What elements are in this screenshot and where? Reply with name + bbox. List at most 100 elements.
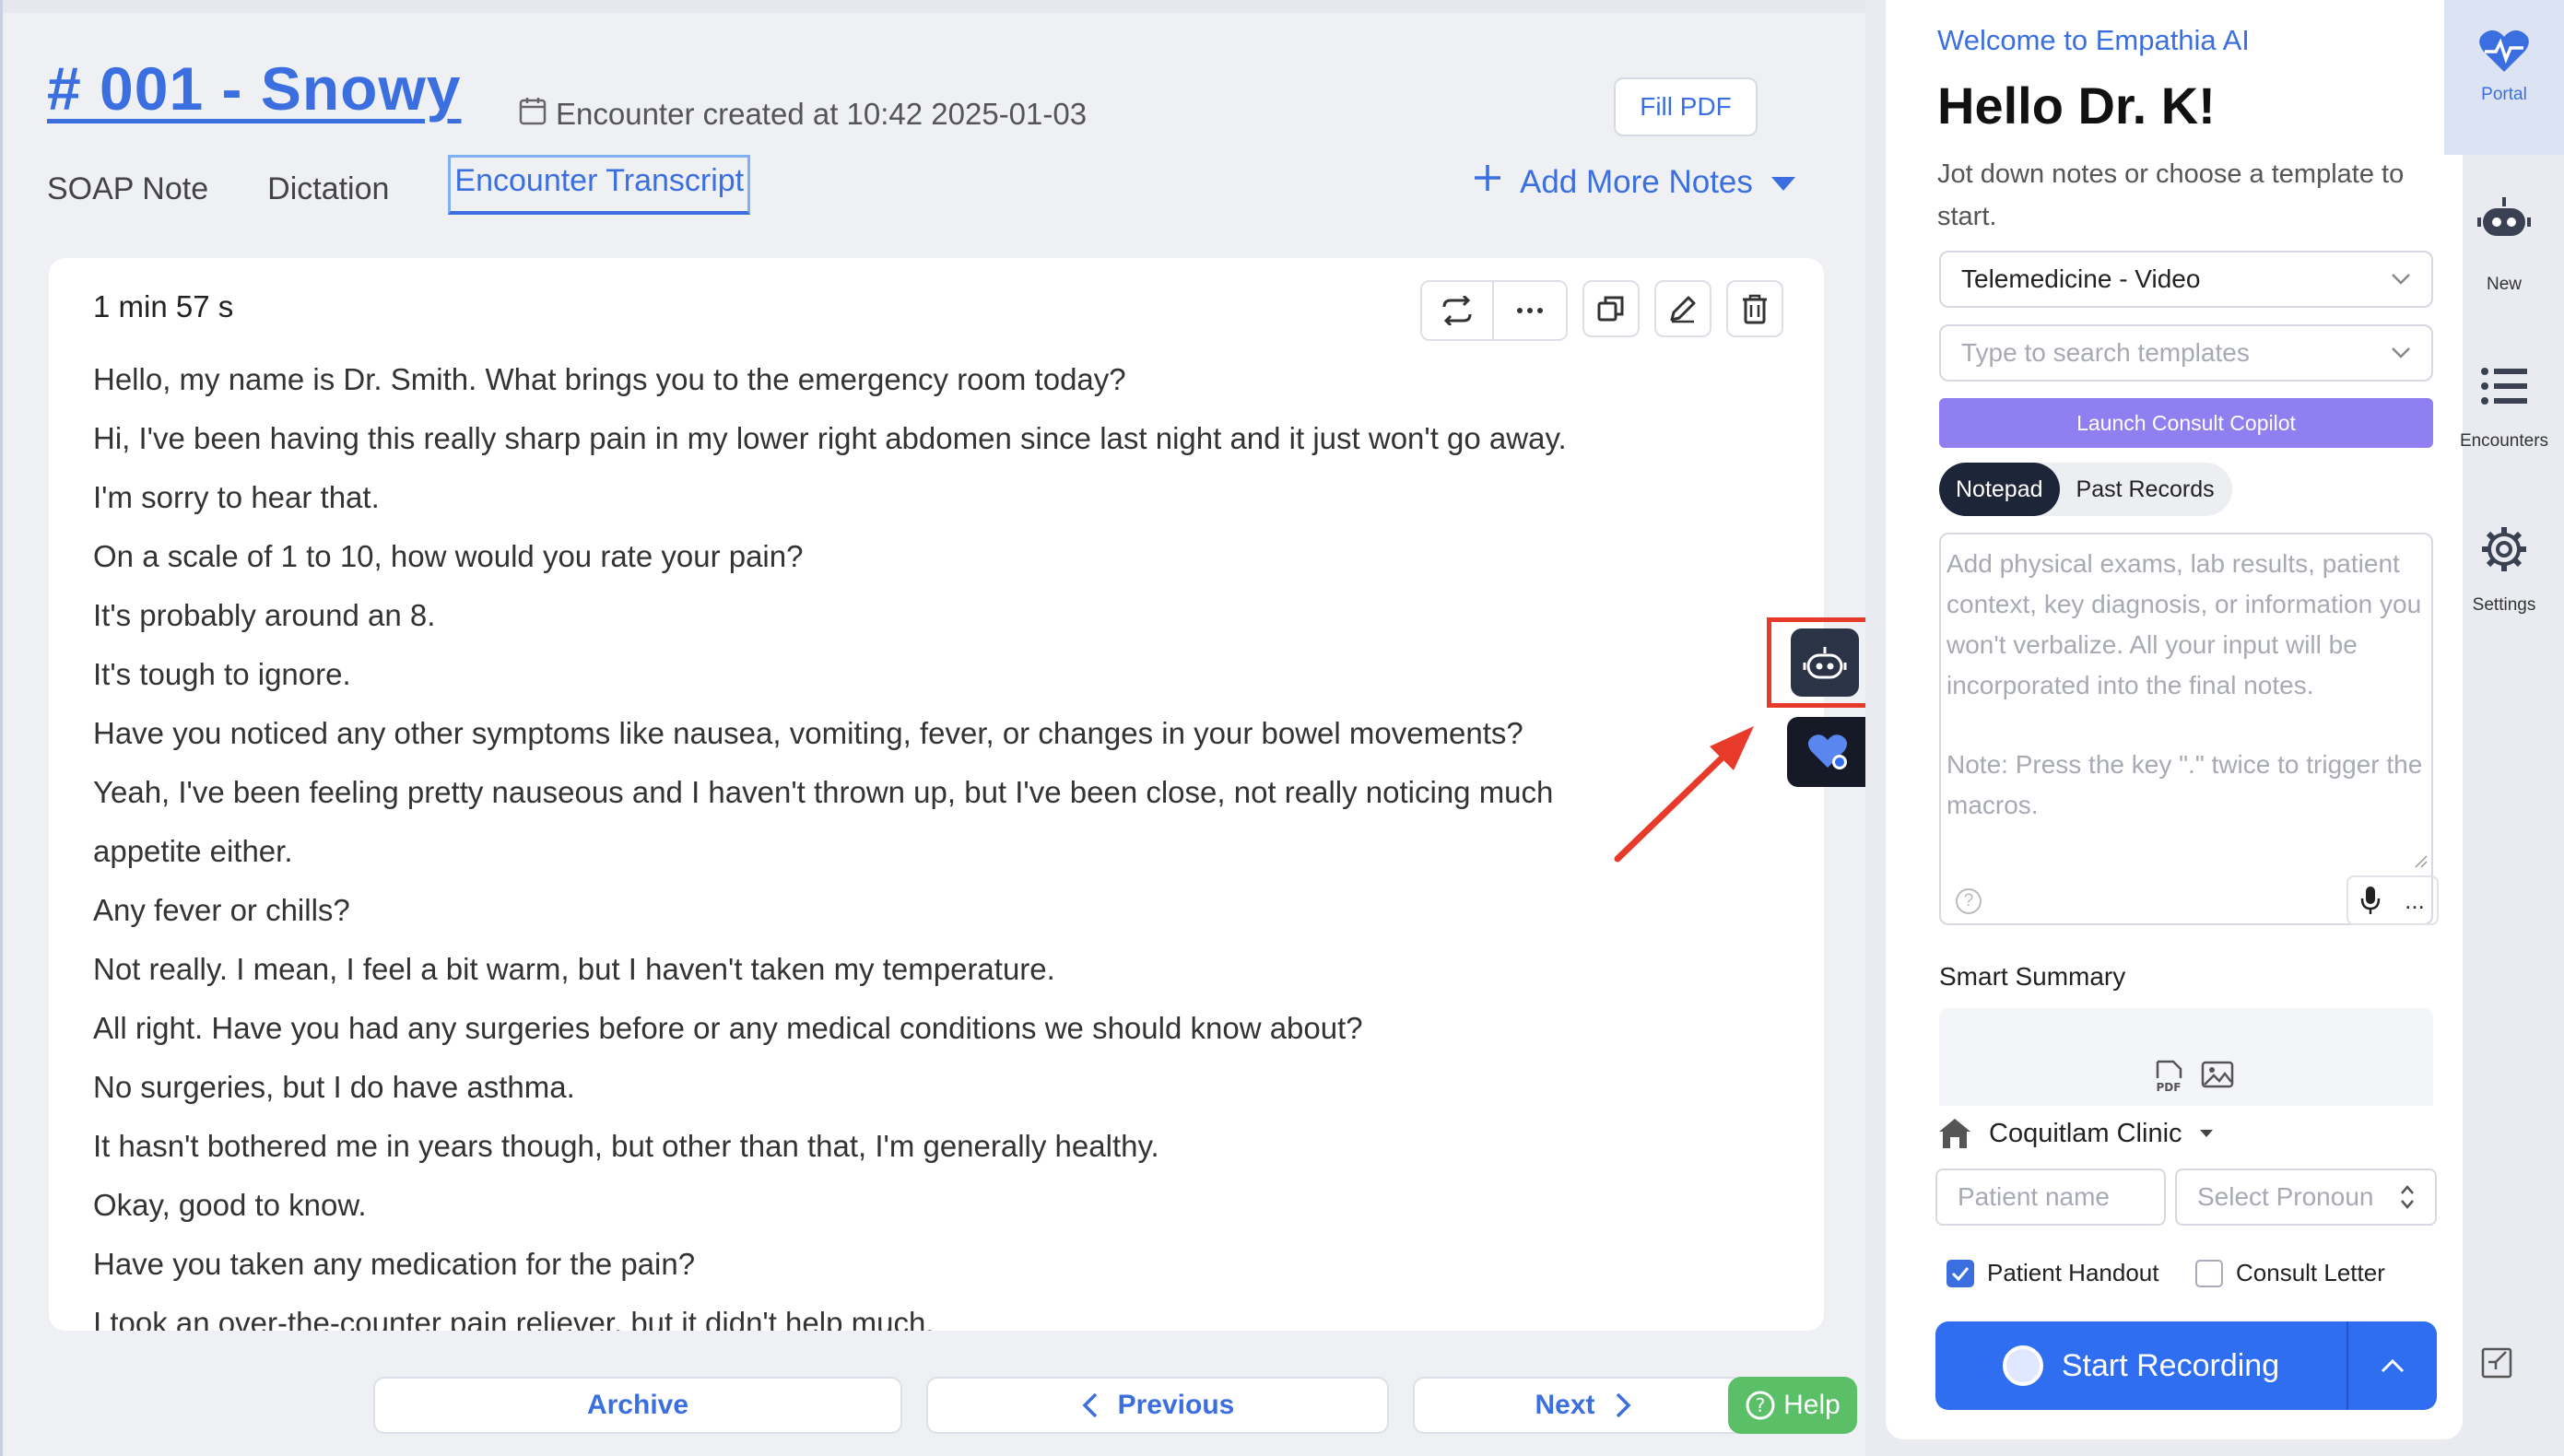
svg-text:PDF: PDF bbox=[2157, 1081, 2182, 1093]
nav-encounters-label: Encounters bbox=[2459, 431, 2549, 451]
copy-icon bbox=[1597, 296, 1624, 322]
transcript-line: appetite either. bbox=[93, 834, 293, 868]
consult-letter-checkbox[interactable] bbox=[2195, 1259, 2223, 1287]
patient-name-input[interactable]: Patient name bbox=[1935, 1168, 2166, 1226]
nav-encounters[interactable]: Encounters bbox=[2444, 367, 2564, 452]
encounter-title[interactable]: # 001 - Snowy bbox=[47, 53, 462, 123]
note-tabs: SOAP Note Dictation Encounter Transcript bbox=[47, 155, 809, 215]
collapse-icon bbox=[2481, 1347, 2512, 1379]
copilot-panel-card: Welcome to Empathia AI Hello Dr. K! Jot … bbox=[1886, 0, 2463, 1439]
jot-instructions: Jot down notes or choose a template to s… bbox=[1937, 159, 2405, 231]
patient-handout-checkbox[interactable] bbox=[1947, 1259, 1974, 1287]
microphone-button[interactable] bbox=[2348, 877, 2393, 923]
tab-past-records[interactable]: Past Records bbox=[2060, 463, 2231, 516]
chevron-up-icon bbox=[2381, 1358, 2405, 1373]
annotation-arrow bbox=[1614, 726, 1754, 863]
launch-consult-copilot-button[interactable]: Launch Consult Copilot bbox=[1939, 398, 2433, 448]
notepad-tabs: Notepad Past Records bbox=[1939, 463, 2232, 516]
updown-chevron-icon bbox=[2401, 1185, 2414, 1209]
hello-heading: Hello Dr. K! bbox=[1937, 76, 2216, 135]
copy-button[interactable] bbox=[1582, 280, 1640, 337]
transcript-line: Any fever or chills? bbox=[93, 893, 350, 927]
tab-encounter-transcript[interactable]: Encounter Transcript bbox=[448, 155, 751, 215]
transcript-line: I took an over-the-counter pain reliever… bbox=[93, 1306, 935, 1331]
fill-pdf-button[interactable]: Fill PDF bbox=[1614, 77, 1758, 136]
pdf-file-icon[interactable]: PDF bbox=[2153, 1060, 2184, 1093]
consult-letter-option[interactable]: Consult Letter bbox=[2195, 1259, 2385, 1287]
tab-dictation[interactable]: Dictation bbox=[267, 164, 389, 215]
recording-options-toggle[interactable] bbox=[2348, 1357, 2437, 1374]
transcript-line: Not really. I mean, I feel a bit warm, b… bbox=[93, 952, 1055, 986]
refresh-button[interactable] bbox=[1422, 282, 1494, 339]
transcript-line: On a scale of 1 to 10, how would you rat… bbox=[93, 539, 804, 573]
list-icon bbox=[2481, 368, 2527, 405]
patient-handout-label: Patient Handout bbox=[1987, 1259, 2159, 1286]
pronoun-placeholder: Select Pronoun bbox=[2197, 1182, 2374, 1211]
help-label: Help bbox=[1783, 1390, 1841, 1420]
transcript-line: Have you taken any medication for the pa… bbox=[93, 1247, 696, 1281]
template-select[interactable]: Telemedicine - Video bbox=[1939, 251, 2433, 308]
record-dot-icon bbox=[2002, 1345, 2043, 1386]
clinic-name: Coquitlam Clinic bbox=[1989, 1118, 2182, 1148]
tab-notepad[interactable]: Notepad bbox=[1939, 463, 2060, 516]
svg-text:?: ? bbox=[1756, 1394, 1766, 1416]
nav-new[interactable]: New bbox=[2444, 194, 2564, 295]
add-more-notes-button[interactable]: Add More Notes bbox=[1472, 162, 1797, 202]
chevron-down-icon bbox=[2392, 347, 2410, 358]
empathia-float-button[interactable] bbox=[1787, 717, 1868, 787]
heart-pulse-icon bbox=[2479, 29, 2529, 72]
plus-icon bbox=[1472, 162, 1503, 202]
nav-settings[interactable]: Settings bbox=[2444, 525, 2564, 616]
nav-portal[interactable]: Portal bbox=[2444, 0, 2564, 155]
start-recording-main[interactable]: Start Recording bbox=[1935, 1321, 2348, 1410]
pencil-icon bbox=[1670, 296, 1696, 323]
transcript-card: 1 min 57 s Hello, my name is Dr. Smith. … bbox=[49, 258, 1824, 1331]
encounter-created-text: Encounter created at 10:42 2025-01-03 bbox=[556, 97, 1088, 131]
pronoun-select[interactable]: Select Pronoun bbox=[2175, 1168, 2437, 1226]
delete-button[interactable] bbox=[1726, 280, 1783, 337]
archive-button[interactable]: Archive bbox=[373, 1377, 902, 1434]
template-search-placeholder: Type to search templates bbox=[1961, 338, 2250, 367]
resize-handle-icon[interactable] bbox=[2413, 853, 2428, 868]
smart-summary-box[interactable]: PDF bbox=[1939, 1008, 2433, 1106]
notepad-actions: ... bbox=[2346, 875, 2439, 925]
more-options-button[interactable] bbox=[1494, 282, 1566, 339]
transcript-line: Hi, I've been having this really sharp p… bbox=[93, 421, 1567, 455]
start-recording-button[interactable]: Start Recording bbox=[1935, 1321, 2437, 1410]
next-button[interactable]: Next bbox=[1413, 1377, 1754, 1434]
consult-copilot-float-button[interactable] bbox=[1791, 628, 1859, 697]
smart-summary-title: Smart Summary bbox=[1939, 962, 2126, 991]
notepad-placeholder: Add physical exams, lab results, patient… bbox=[1947, 549, 2422, 699]
consult-letter-label: Consult Letter bbox=[2236, 1259, 2385, 1286]
clinic-selector[interactable]: Coquitlam Clinic bbox=[1937, 1117, 2214, 1150]
encounter-created: Encounter created at 10:42 2025-01-03 bbox=[519, 96, 1087, 133]
patient-handout-option[interactable]: Patient Handout bbox=[1947, 1259, 2158, 1287]
nav-new-label: New bbox=[2486, 275, 2522, 294]
previous-button[interactable]: Previous bbox=[926, 1377, 1389, 1434]
transcript-line: Yeah, I've been feeling pretty nauseous … bbox=[93, 775, 1554, 809]
image-icon[interactable] bbox=[2201, 1060, 2234, 1089]
transcript-toolbar bbox=[1420, 280, 1783, 341]
transcript-line: Okay, good to know. bbox=[93, 1188, 367, 1222]
collapse-panel-button[interactable] bbox=[2481, 1347, 2512, 1383]
tab-soap-note[interactable]: SOAP Note bbox=[47, 164, 208, 215]
template-selected-value: Telemedicine - Video bbox=[1961, 264, 2201, 293]
caret-down-icon bbox=[1770, 164, 1797, 201]
gear-icon bbox=[2482, 527, 2526, 571]
notepad-textarea[interactable]: Add physical exams, lab results, patient… bbox=[1939, 533, 2439, 925]
chevron-right-icon bbox=[1616, 1392, 1630, 1418]
chevron-left-icon bbox=[1082, 1392, 1097, 1418]
welcome-text: Welcome to Empathia AI bbox=[1937, 24, 2250, 56]
notepad-help-icon[interactable]: ? bbox=[1956, 888, 1982, 914]
previous-label: Previous bbox=[1117, 1390, 1235, 1420]
edit-button[interactable] bbox=[1654, 280, 1711, 337]
template-search-input[interactable]: Type to search templates bbox=[1939, 324, 2433, 382]
microphone-icon bbox=[2360, 887, 2381, 914]
nav-portal-label: Portal bbox=[2481, 85, 2527, 104]
notepad-more-button[interactable]: ... bbox=[2393, 877, 2437, 923]
refresh-icon bbox=[1442, 296, 1472, 325]
calendar-icon bbox=[519, 96, 547, 133]
caret-down-icon bbox=[2199, 1130, 2213, 1137]
help-button[interactable]: ? Help bbox=[1728, 1377, 1857, 1434]
add-more-notes-label: Add More Notes bbox=[1520, 163, 1753, 200]
